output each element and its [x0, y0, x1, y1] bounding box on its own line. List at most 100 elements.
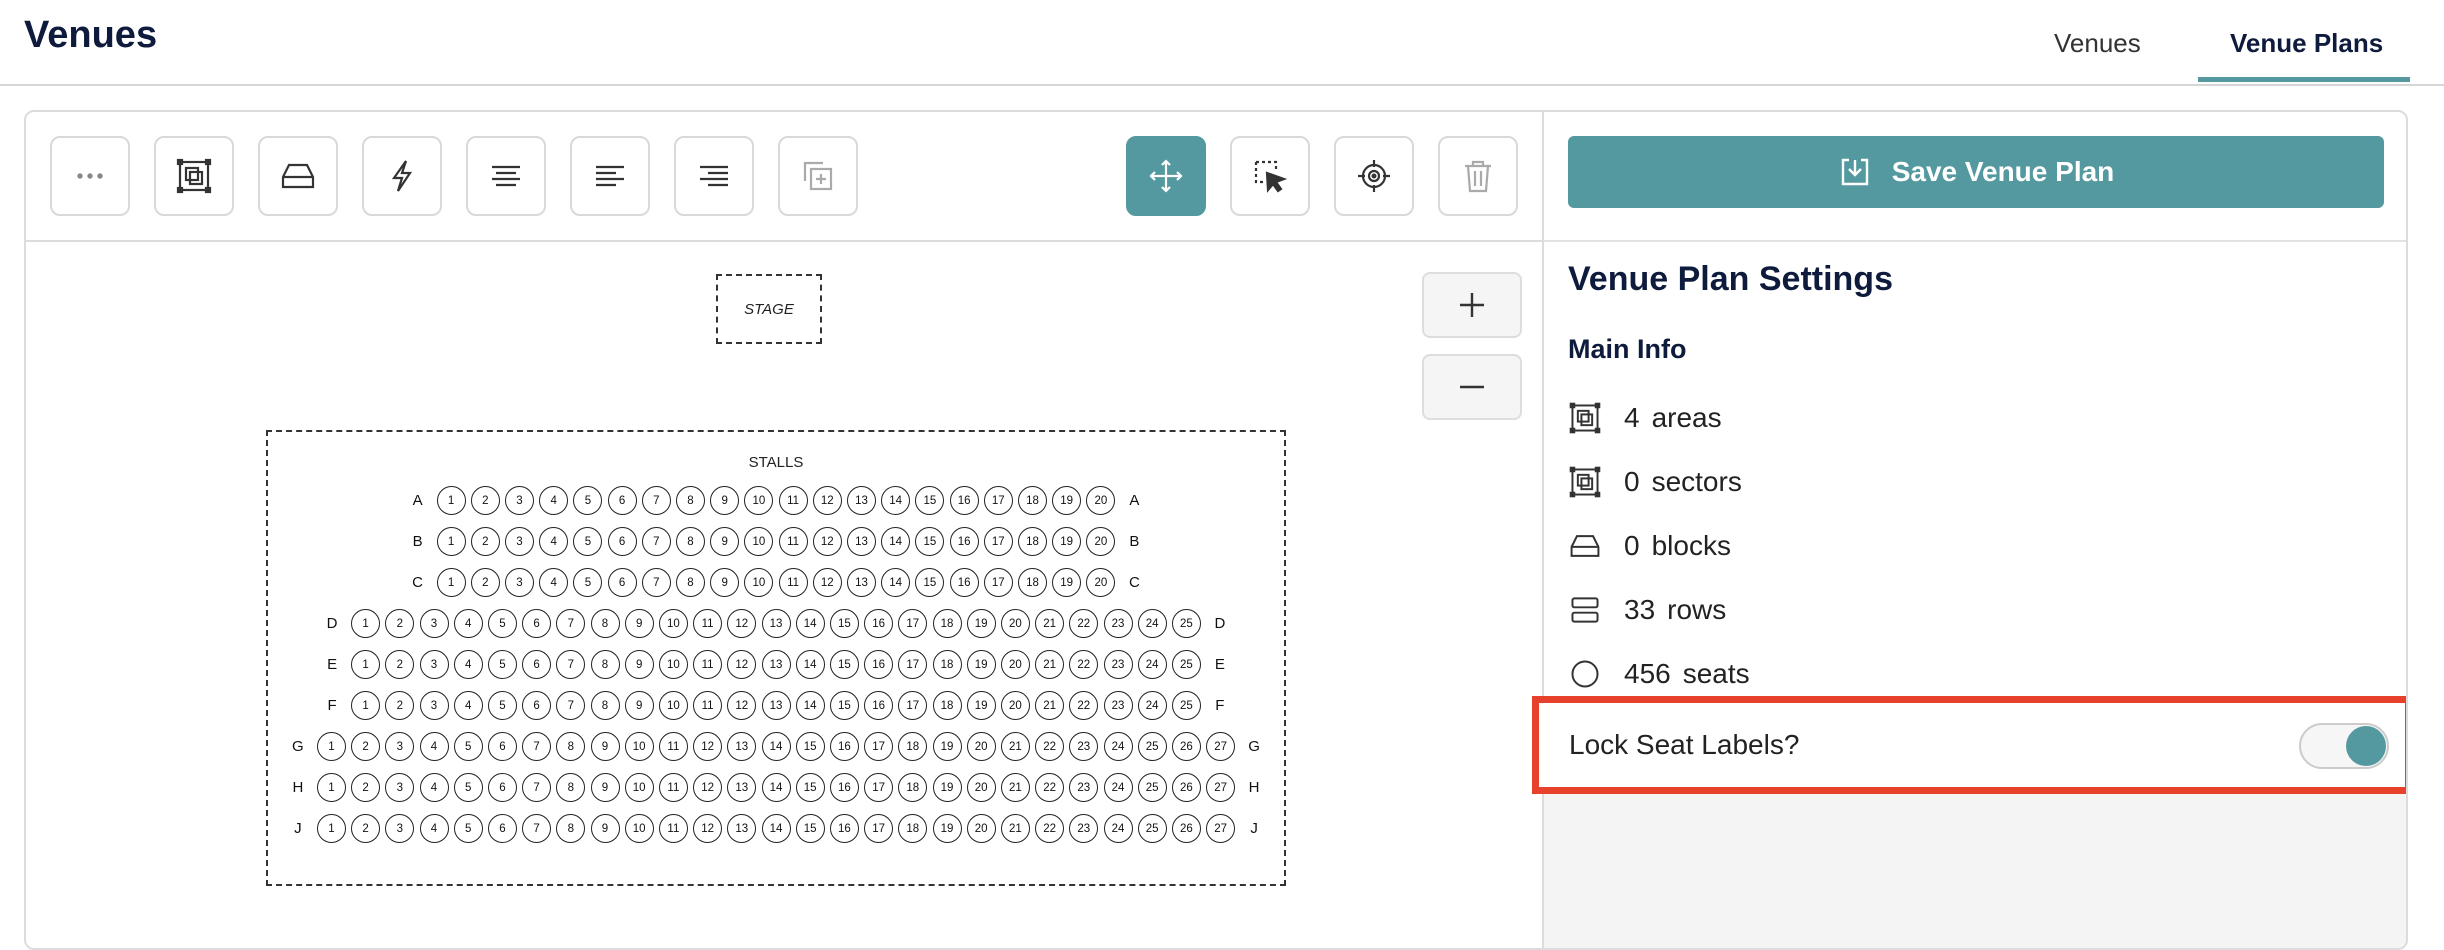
seat[interactable]: 13 — [727, 773, 757, 802]
seat[interactable]: 4 — [453, 650, 483, 679]
seat[interactable]: 11 — [693, 691, 723, 720]
seat[interactable]: 8 — [556, 814, 586, 843]
stalls-area[interactable]: STALLS A 1 2 3 4 5 6 7 8 9 10 11 12 13 14 15 16 17 18 19 20 A… — [266, 430, 1286, 886]
seat[interactable]: 5 — [573, 527, 603, 556]
seat[interactable]: 15 — [795, 773, 825, 802]
seat[interactable]: 12 — [812, 568, 842, 597]
seat[interactable]: 16 — [949, 568, 979, 597]
seat[interactable]: 18 — [932, 609, 962, 638]
seat[interactable]: 14 — [795, 650, 825, 679]
seat[interactable]: 18 — [1018, 527, 1047, 556]
seat[interactable]: 2 — [470, 568, 500, 597]
seat[interactable]: 6 — [487, 773, 517, 802]
seat[interactable]: 2 — [470, 486, 500, 515]
seat[interactable]: 17 — [983, 527, 1013, 556]
seat[interactable]: 13 — [847, 568, 876, 597]
seat[interactable]: 24 — [1103, 773, 1133, 802]
seat[interactable]: 13 — [761, 609, 791, 638]
delete-button[interactable] — [1438, 136, 1518, 216]
seat[interactable]: 17 — [864, 814, 894, 843]
seat[interactable]: 10 — [658, 609, 688, 638]
seat[interactable]: 17 — [898, 650, 928, 679]
seat[interactable]: 19 — [932, 773, 962, 802]
seat[interactable]: 15 — [795, 732, 825, 761]
seat[interactable]: 6 — [487, 732, 517, 761]
seat[interactable]: 7 — [556, 691, 586, 720]
seat[interactable]: 18 — [898, 773, 928, 802]
seat[interactable]: 3 — [505, 486, 534, 515]
seat[interactable]: 23 — [1103, 609, 1133, 638]
seat[interactable]: 17 — [983, 568, 1013, 597]
seat[interactable]: 15 — [915, 527, 945, 556]
seat[interactable]: 20 — [1086, 486, 1116, 515]
seat[interactable]: 19 — [966, 691, 996, 720]
seat[interactable]: 1 — [351, 609, 381, 638]
seat[interactable]: 12 — [812, 486, 842, 515]
seat[interactable]: 2 — [351, 773, 381, 802]
seat[interactable]: 11 — [658, 732, 688, 761]
seat[interactable]: 14 — [761, 773, 791, 802]
seat[interactable]: 15 — [829, 609, 859, 638]
seat[interactable]: 19 — [1052, 486, 1082, 515]
seat[interactable]: 3 — [385, 814, 415, 843]
seat[interactable]: 23 — [1069, 814, 1099, 843]
lock-seat-labels-toggle[interactable] — [2299, 723, 2389, 769]
seat[interactable]: 4 — [453, 691, 483, 720]
add-area-button[interactable] — [154, 136, 234, 216]
seat[interactable]: 16 — [829, 773, 859, 802]
seat[interactable]: 19 — [966, 650, 996, 679]
seat[interactable]: 16 — [864, 691, 894, 720]
more-options-button[interactable] — [50, 136, 130, 216]
seat[interactable]: 6 — [607, 527, 637, 556]
seat[interactable]: 11 — [693, 650, 723, 679]
seat[interactable]: 22 — [1069, 609, 1099, 638]
seat[interactable]: 6 — [522, 609, 552, 638]
seat[interactable]: 10 — [624, 773, 654, 802]
seat[interactable]: 25 — [1171, 650, 1201, 679]
seat[interactable]: 9 — [590, 732, 620, 761]
seat[interactable]: 12 — [812, 527, 842, 556]
seat[interactable]: 10 — [658, 650, 688, 679]
seat[interactable]: 5 — [453, 773, 483, 802]
seat[interactable]: 16 — [949, 486, 979, 515]
seat[interactable]: 20 — [1000, 609, 1030, 638]
seat[interactable]: 3 — [419, 650, 449, 679]
seat[interactable]: 20 — [966, 773, 996, 802]
seat[interactable]: 18 — [932, 650, 962, 679]
seat[interactable]: 9 — [710, 568, 740, 597]
seat[interactable]: 11 — [658, 814, 688, 843]
seat[interactable]: 1 — [316, 814, 346, 843]
seat[interactable]: 8 — [676, 527, 705, 556]
align-center-button[interactable] — [466, 136, 546, 216]
seat[interactable]: 6 — [607, 486, 637, 515]
seat[interactable]: 15 — [795, 814, 825, 843]
seat[interactable]: 8 — [556, 732, 586, 761]
seat[interactable]: 12 — [693, 773, 723, 802]
seat[interactable]: 3 — [385, 773, 415, 802]
seat[interactable]: 4 — [453, 609, 483, 638]
seat[interactable]: 18 — [898, 814, 928, 843]
seat[interactable]: 21 — [1000, 814, 1030, 843]
select-tool-button[interactable] — [1230, 136, 1310, 216]
seat[interactable]: 24 — [1137, 650, 1167, 679]
seat[interactable]: 8 — [590, 650, 620, 679]
seat[interactable]: 21 — [1000, 732, 1030, 761]
zoom-in-button[interactable] — [1422, 272, 1522, 338]
seat[interactable]: 1 — [316, 732, 346, 761]
seat[interactable]: 11 — [778, 527, 808, 556]
move-tool-button[interactable] — [1126, 136, 1206, 216]
seat[interactable]: 13 — [847, 486, 876, 515]
seat[interactable]: 23 — [1069, 773, 1099, 802]
seat[interactable]: 15 — [915, 568, 945, 597]
seat[interactable]: 10 — [624, 814, 654, 843]
quick-action-button[interactable] — [362, 136, 442, 216]
venue-canvas[interactable]: STAGE STALLS A 1 2 3 4 5 6 7 8 9 10 11 12 13 14 15 16 17 1… — [26, 244, 1542, 948]
seat[interactable]: 10 — [744, 568, 774, 597]
seat[interactable]: 9 — [710, 486, 740, 515]
duplicate-button[interactable] — [778, 136, 858, 216]
seat[interactable]: 2 — [385, 650, 415, 679]
seat[interactable]: 7 — [556, 650, 586, 679]
seat[interactable]: 26 — [1171, 732, 1201, 761]
seat[interactable]: 11 — [778, 568, 808, 597]
seat[interactable]: 14 — [881, 568, 911, 597]
